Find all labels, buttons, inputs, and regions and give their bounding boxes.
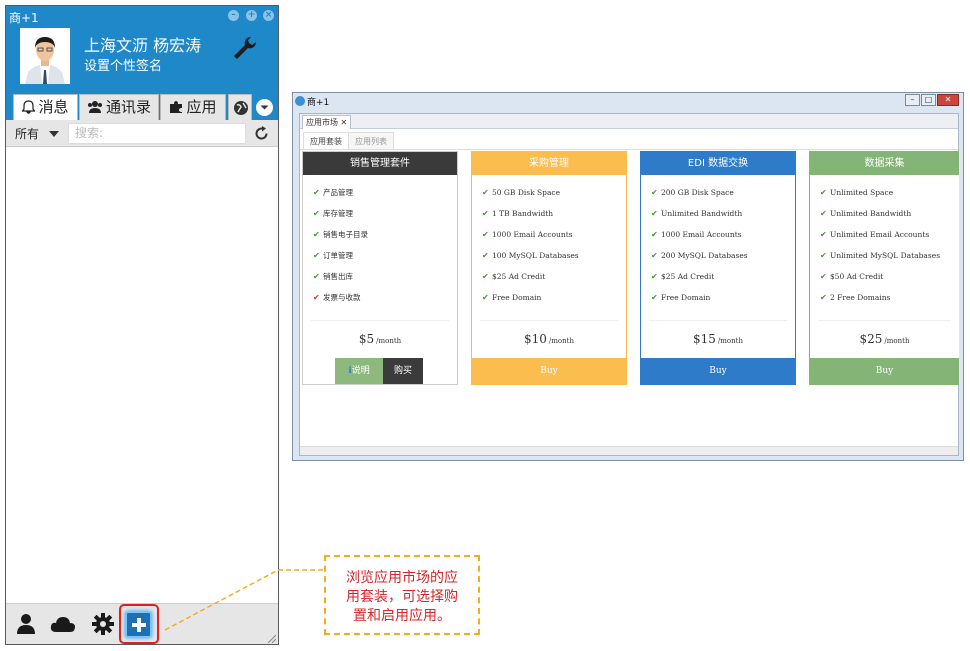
check-icon: ✔ [820,251,827,260]
divider [818,320,951,321]
check-icon: ✔ [651,293,658,302]
callout-box: 浏览应用市场的应用套装，可选择购置和启用应用。 [324,555,480,635]
feature-list: ✔ 产品管理 ✔ 库存管理 ✔ 销售电子目录 ✔ 订单管理 ✔ 销售出库 ✔ 发票与收款 [313,188,368,314]
window-controls: – □ ✕ [904,94,959,107]
feature-item: ✔ $25 Ad Credit [482,272,546,281]
feature-item: ✔ Unlimited Bandwidth [820,209,912,218]
maximize-icon[interactable]: □ [921,94,936,106]
feature-list: ✔ Unlimited Space ✔ Unlimited Bandwidth ✔ U… [820,188,940,314]
card-title: 采购管理 [472,152,626,175]
feature-item: ✔ Free Domain [482,293,542,302]
check-icon: ✔ [651,272,658,281]
check-icon: ✔ [651,209,658,218]
bundle-card-sales: 销售管理套件 ✔ 产品管理 ✔ 库存管理 ✔ 销售电子目录 ✔ 订单管理 ✔ 销售出库 ✔… [302,151,458,385]
feature-item: ✔ 200 MySQL Databases [651,251,748,260]
feature-item: ✔ 1000 Email Accounts [482,230,573,239]
check-icon: ✔ [313,272,320,281]
check-icon: ✔ [482,272,489,281]
feature-item: ✔ 库存管理 [313,209,353,218]
price: $10/month [524,332,574,346]
feature-item: ✔ 2 Free Domains [820,293,891,302]
check-icon: ✔ [482,188,489,197]
check-icon: ✔ [820,293,827,302]
feature-item: ✔ 发票与收款 [313,293,361,302]
close-icon[interactable]: ✕ [937,94,959,106]
market-subtabs: 应用套装 应用列表 [300,130,958,150]
callout-text: 浏览应用市场的应用套装，可选择购置和启用应用。 [346,570,458,624]
check-icon: ✔ [820,209,827,218]
check-icon: ✔ [651,230,658,239]
check-icon: ✔ [313,293,320,302]
feature-item: ✔ 200 GB Disk Space [651,188,734,197]
check-icon: ✔ [482,209,489,218]
check-icon: ✔ [820,188,827,197]
app-market-window: 商+1 – □ ✕ 应用市场 ✕ 应用套装 应用列表 销售管理套件 ✔ 产品管理 … [292,92,964,461]
feature-item: ✔ 1000 Email Accounts [651,230,742,239]
buy-button[interactable]: Buy [472,358,626,384]
bundle-card-procurement: 采购管理 ✔ 50 GB Disk Space ✔ 1 TB Bandwidth ✔… [471,151,627,385]
card-title: EDI 数据交换 [641,152,795,175]
feature-item: ✔ 100 MySQL Databases [482,251,579,260]
info-button[interactable]: ℹ说明 [335,358,383,384]
horizontal-scrollbar[interactable] [300,446,958,455]
check-icon: ✔ [482,251,489,260]
feature-item: ✔ Unlimited MySQL Databases [820,251,941,260]
price: $15/month [693,332,743,346]
feature-item: ✔ $25 Ad Credit [651,272,715,281]
card-buttons: ℹ说明 购买 [335,358,423,384]
check-icon: ✔ [820,230,827,239]
check-icon: ✔ [482,230,489,239]
buy-button[interactable]: Buy [641,358,795,384]
feature-item: ✔ 销售出库 [313,272,353,281]
feature-item: ✔ $50 Ad Credit [820,272,884,281]
window-title-text: 商+1 [307,98,330,108]
divider [649,320,787,321]
feature-item: ✔ Unlimited Space [820,188,894,197]
divider [480,320,618,321]
feature-item: ✔ 50 GB Disk Space [482,188,561,197]
divider [311,320,449,321]
feature-list: ✔ 50 GB Disk Space ✔ 1 TB Bandwidth ✔ 1000 … [482,188,579,314]
minimize-icon[interactable]: – [905,94,920,106]
check-icon: ✔ [651,251,658,260]
feature-item: ✔ 产品管理 [313,188,353,197]
buy-button[interactable]: 购买 [383,358,423,384]
feature-item: ✔ Unlimited Email Accounts [820,230,930,239]
card-title: 数据采集 [810,152,959,175]
check-icon: ✔ [482,293,489,302]
feature-item: ✔ 订单管理 [313,251,353,260]
feature-item: ✔ Free Domain [651,293,711,302]
check-icon: ✔ [651,188,658,197]
document-tab-strip: 应用市场 ✕ [300,114,958,129]
bundle-card-edi: EDI 数据交换 ✔ 200 GB Disk Space ✔ Unlimited B… [640,151,796,385]
check-icon: ✔ [313,251,320,260]
bundle-card-data-collection: 数据采集 ✔ Unlimited Space ✔ Unlimited Bandwid… [809,151,959,385]
window-title: 商+1 [295,95,329,108]
tab-app-market[interactable]: 应用市场 ✕ [302,115,352,129]
feature-item: ✔ 1 TB Bandwidth [482,209,554,218]
price: $5/month [358,332,402,346]
tab-app-bundles[interactable]: 应用套装 [303,132,349,149]
price: $25/month [859,332,910,346]
feature-list: ✔ 200 GB Disk Space ✔ Unlimited Bandwidth … [651,188,748,314]
card-title: 销售管理套件 [303,152,457,175]
feature-item: ✔ 销售电子目录 [313,230,368,239]
buy-button[interactable]: Buy [810,358,959,384]
check-icon: ✔ [820,272,827,281]
check-icon: ✔ [313,188,320,197]
check-icon: ✔ [313,230,320,239]
market-content: 应用市场 ✕ 应用套装 应用列表 销售管理套件 ✔ 产品管理 ✔ 库存管理 ✔ 销售电… [299,113,959,456]
app-logo-icon [295,96,305,106]
tab-app-list[interactable]: 应用列表 [348,132,394,149]
feature-item: ✔ Unlimited Bandwidth [651,209,743,218]
check-icon: ✔ [313,209,320,218]
